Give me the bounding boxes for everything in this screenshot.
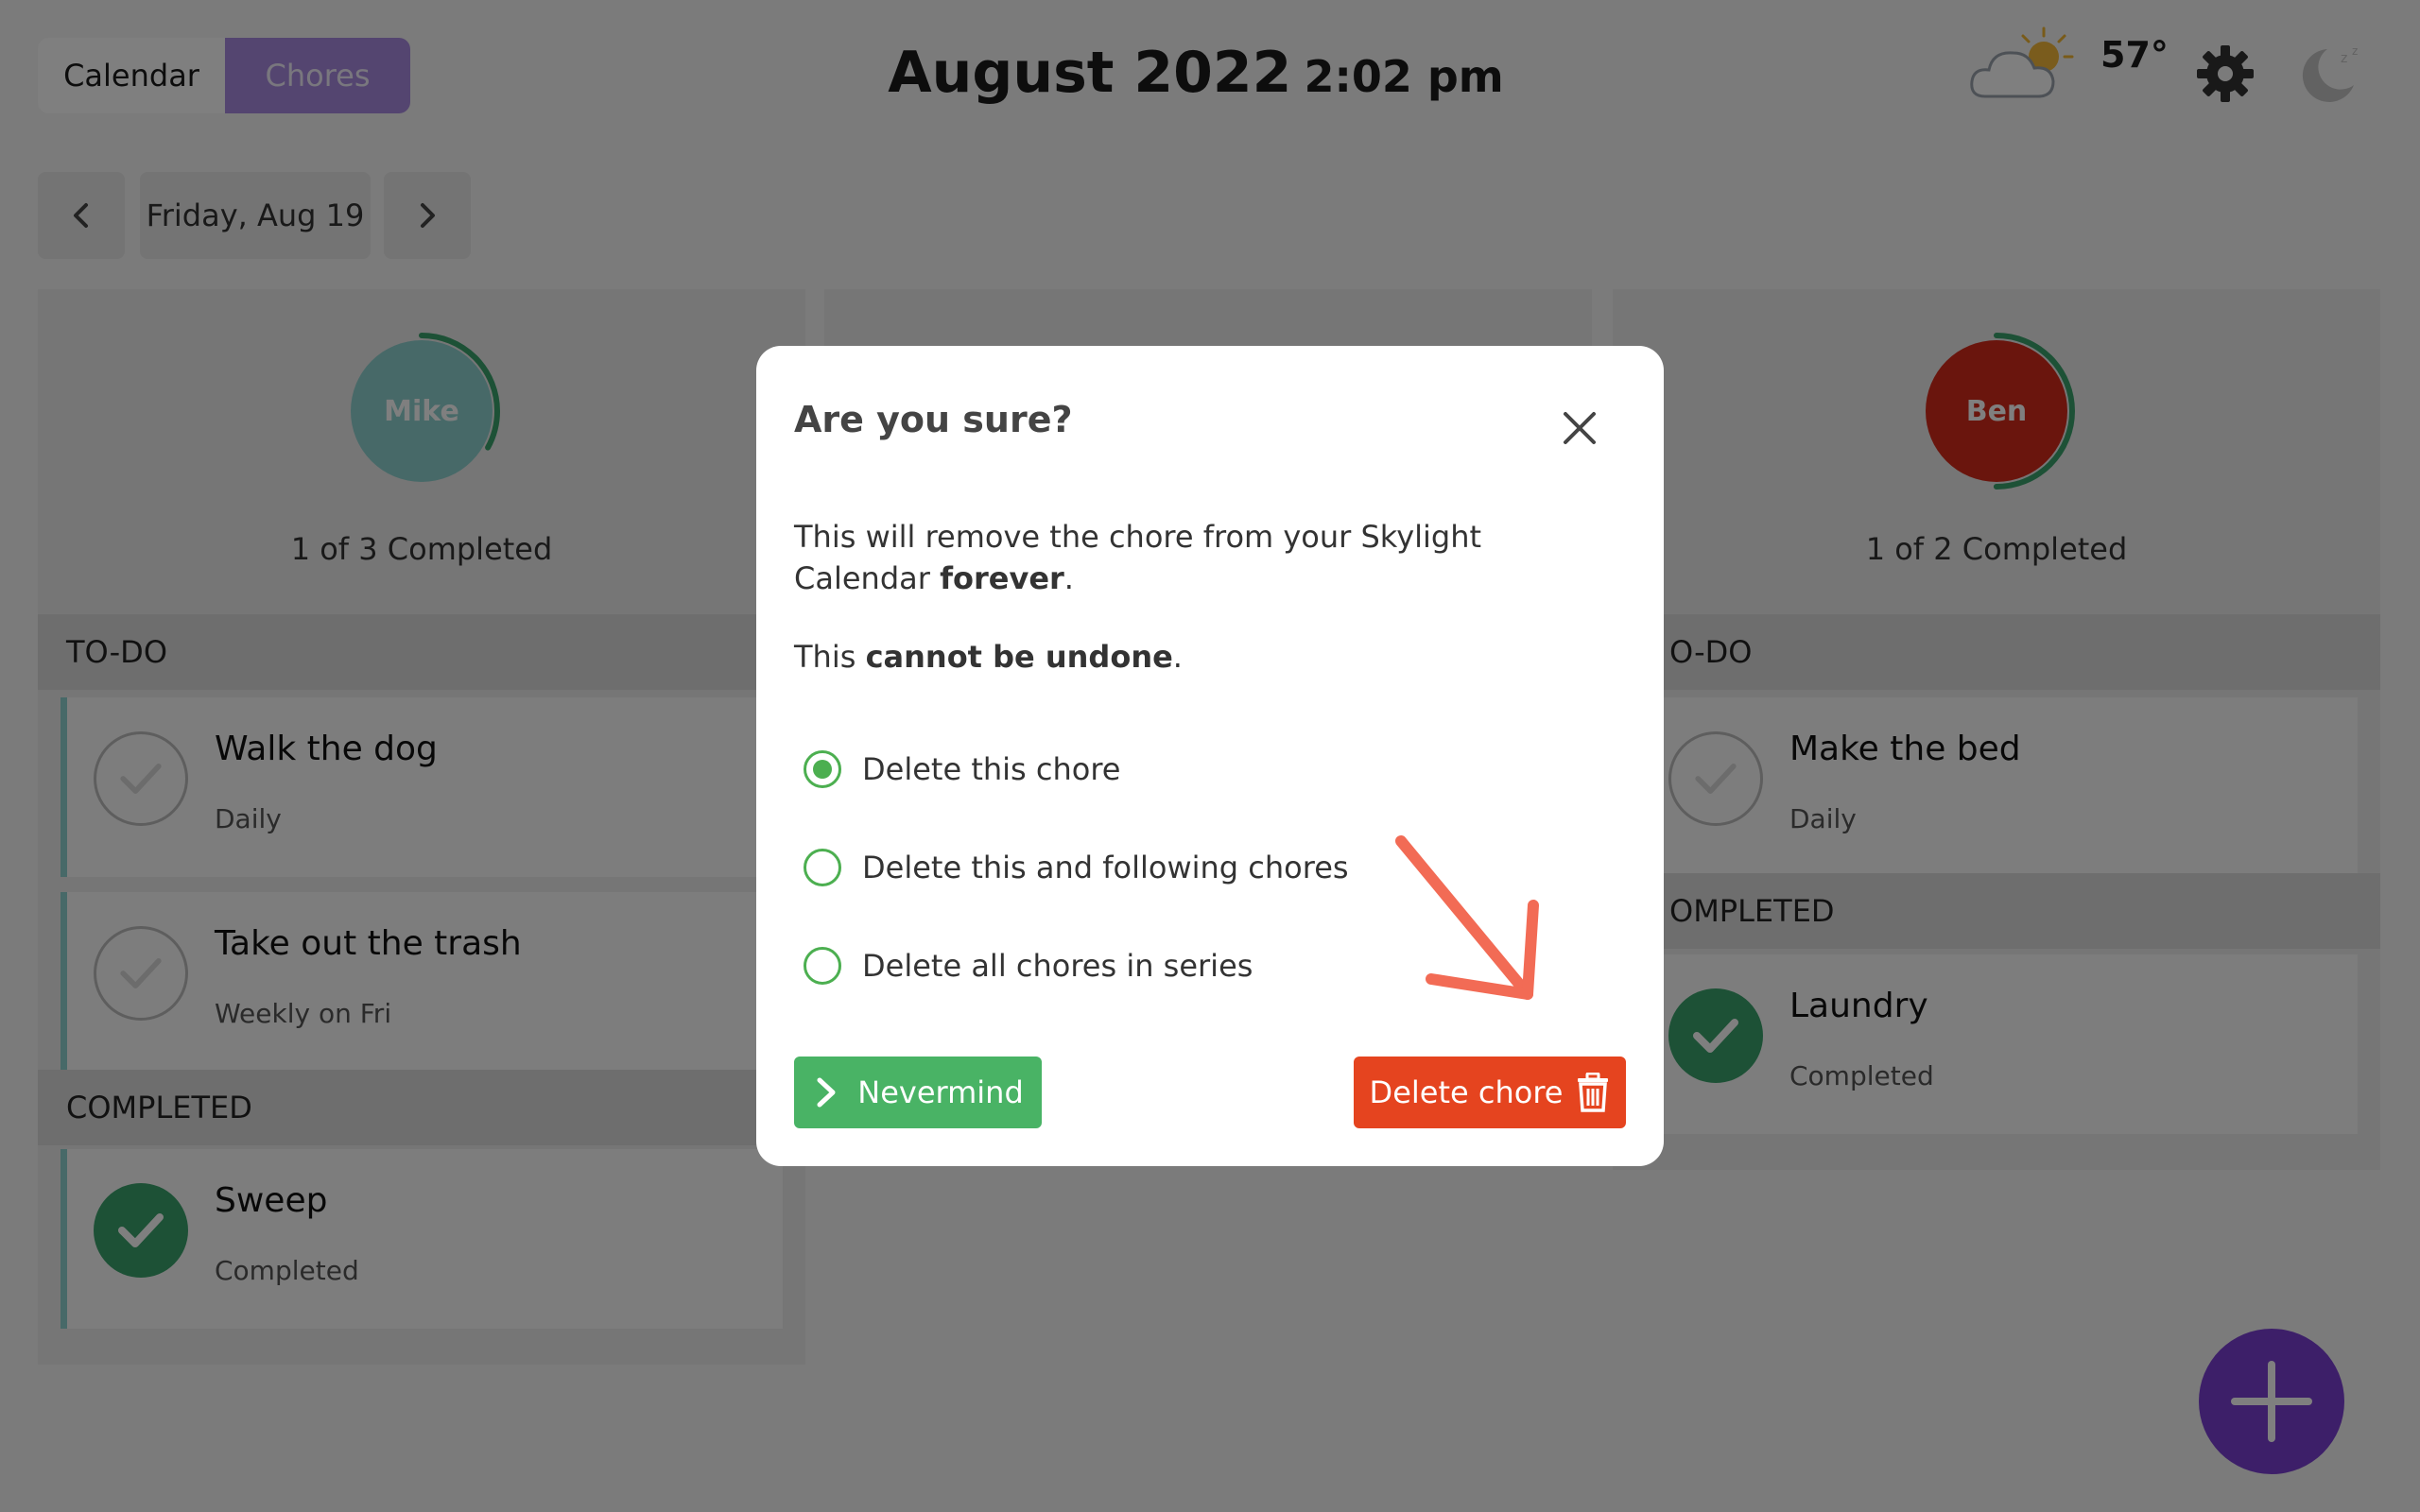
nevermind-button[interactable]: Nevermind: [794, 1057, 1042, 1128]
delete-option-series[interactable]: Delete all chores in series: [804, 947, 1253, 985]
close-icon[interactable]: [1556, 404, 1603, 452]
radio-button[interactable]: [804, 947, 841, 985]
radio-label: Delete this chore: [862, 751, 1121, 787]
confirm-delete-dialog: Are you sure? This will remove the chore…: [756, 346, 1664, 1166]
radio-label: Delete all chores in series: [862, 948, 1253, 984]
nevermind-label: Nevermind: [857, 1074, 1024, 1110]
delete-option-this[interactable]: Delete this chore: [804, 750, 1120, 788]
delete-option-following[interactable]: Delete this and following chores: [804, 849, 1349, 886]
dialog-title: Are you sure?: [794, 399, 1073, 440]
trash-icon: [1578, 1073, 1609, 1112]
annotation-arrow-icon: [1395, 835, 1539, 1000]
dialog-warning-text: This will remove the chore from your Sky…: [794, 519, 1482, 596]
radio-button[interactable]: [804, 849, 841, 886]
radio-button[interactable]: [804, 750, 841, 788]
chevron-right-icon: [817, 1077, 836, 1108]
radio-label: Delete this and following chores: [862, 850, 1349, 885]
delete-label: Delete chore: [1369, 1074, 1564, 1110]
dialog-undo-warning: This cannot be undone.: [794, 639, 1183, 675]
delete-chore-button[interactable]: Delete chore: [1354, 1057, 1626, 1128]
